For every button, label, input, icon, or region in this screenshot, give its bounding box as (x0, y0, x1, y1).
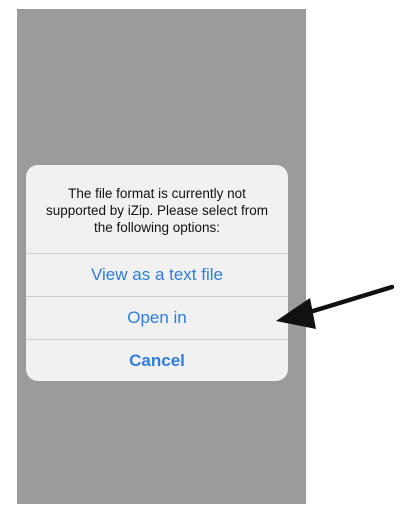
open-in-button[interactable]: Open in (26, 296, 288, 339)
alert-message: The file format is currently not support… (45, 186, 269, 235)
cancel-button[interactable]: Cancel (26, 339, 288, 381)
alert-dialog: The file format is currently not support… (26, 165, 288, 381)
view-as-text-file-button[interactable]: View as a text file (26, 253, 288, 296)
screenshot-stage: The file format is currently not support… (0, 0, 406, 506)
